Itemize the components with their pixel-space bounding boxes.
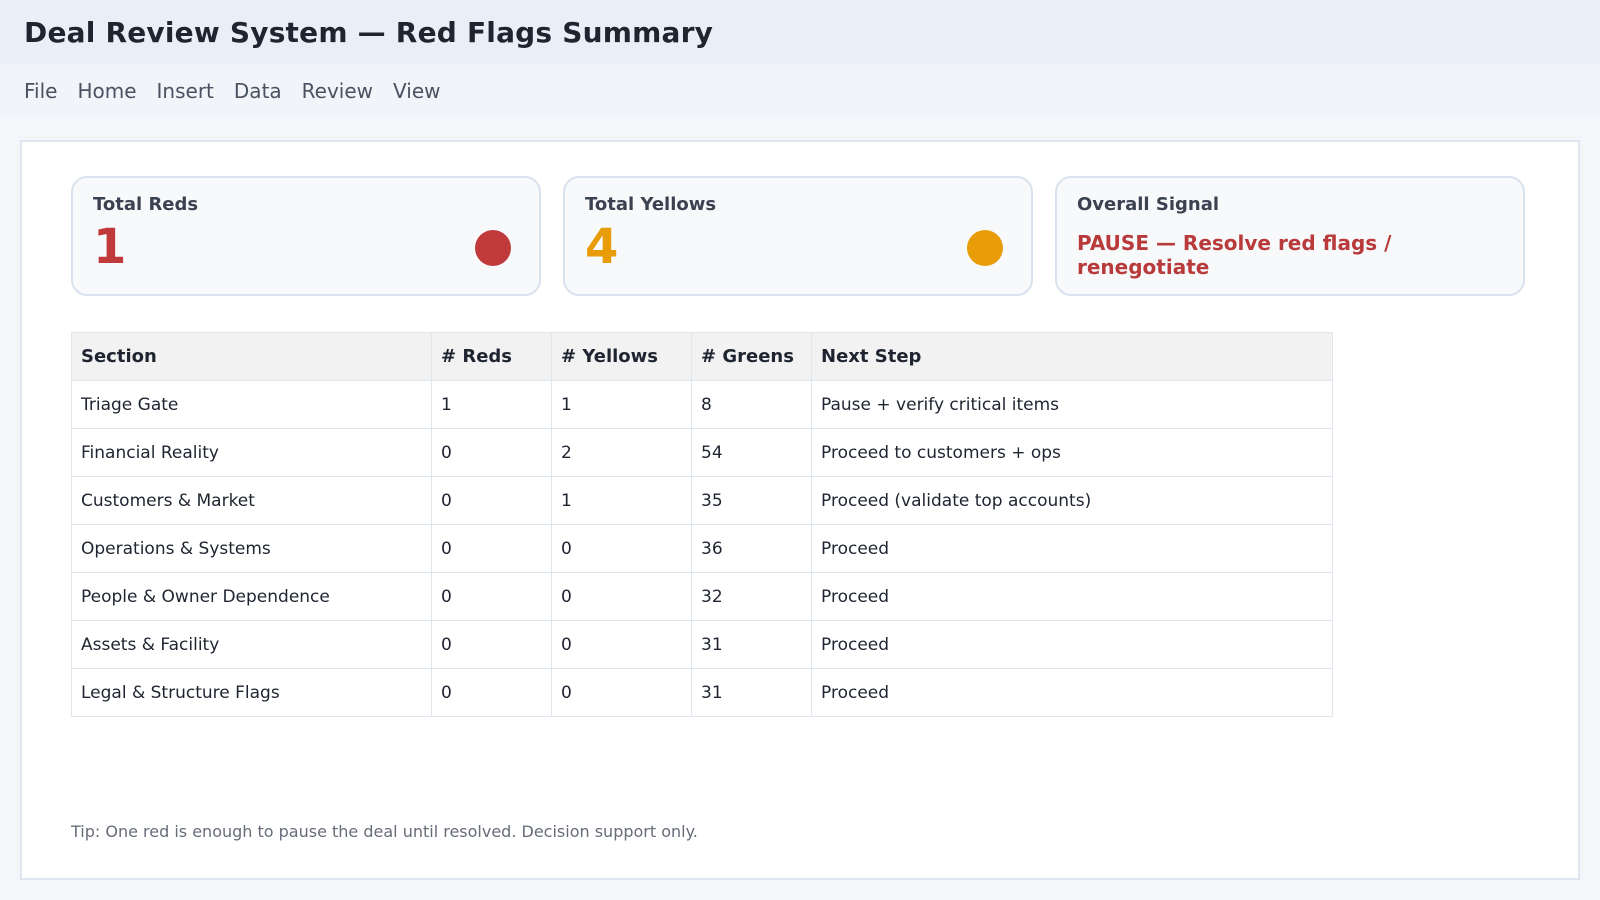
- cell-greens[interactable]: 31: [691, 620, 812, 669]
- cell-reds[interactable]: 1: [431, 380, 552, 429]
- cell-greens[interactable]: 32: [691, 572, 812, 621]
- cell-next-step[interactable]: Proceed: [811, 620, 1333, 669]
- table-header-row: Section # Reds # Yellows # Greens Next S…: [71, 332, 1333, 381]
- cell-yellows[interactable]: 1: [551, 476, 692, 525]
- title-bar: Deal Review System — Red Flags Summary: [0, 0, 1600, 64]
- red-dot-icon: [475, 230, 511, 266]
- cell-next-step[interactable]: Proceed (validate top accounts): [811, 476, 1333, 525]
- table-row: Customers & Market 0 1 35 Proceed (valid…: [71, 476, 1333, 525]
- app-title: Deal Review System — Red Flags Summary: [24, 15, 714, 49]
- header-greens[interactable]: # Greens: [691, 332, 812, 381]
- cell-next-step[interactable]: Proceed: [811, 524, 1333, 573]
- table-row: Financial Reality 0 2 54 Proceed to cust…: [71, 428, 1333, 477]
- cell-next-step[interactable]: Pause + verify critical items: [811, 380, 1333, 429]
- table-row: Operations & Systems 0 0 36 Proceed: [71, 524, 1333, 573]
- overall-signal-card: Overall Signal PAUSE — Resolve red flags…: [1055, 176, 1525, 296]
- cell-section[interactable]: Operations & Systems: [71, 524, 432, 573]
- total-reds-label: Total Reds: [93, 194, 199, 215]
- table-row: Legal & Structure Flags 0 0 31 Proceed: [71, 668, 1333, 717]
- table-row: People & Owner Dependence 0 0 32 Proceed: [71, 572, 1333, 621]
- total-reds-value: 1: [93, 219, 127, 275]
- total-yellows-card: Total Yellows 4: [563, 176, 1033, 296]
- cell-reds[interactable]: 0: [431, 620, 552, 669]
- cell-yellows[interactable]: 0: [551, 620, 692, 669]
- menu-insert[interactable]: Insert: [157, 79, 214, 103]
- menu-review[interactable]: Review: [302, 79, 373, 103]
- cell-section[interactable]: Assets & Facility: [71, 620, 432, 669]
- header-reds[interactable]: # Reds: [431, 332, 552, 381]
- cell-next-step[interactable]: Proceed: [811, 668, 1333, 717]
- cell-yellows[interactable]: 0: [551, 572, 692, 621]
- cell-next-step[interactable]: Proceed to customers + ops: [811, 428, 1333, 477]
- cell-greens[interactable]: 36: [691, 524, 812, 573]
- overall-signal-value: PAUSE — Resolve red flags / renegotiate: [1077, 231, 1392, 279]
- cell-greens[interactable]: 35: [691, 476, 812, 525]
- cell-section[interactable]: Legal & Structure Flags: [71, 668, 432, 717]
- summary-sheet: Total Reds 1 Total Yellows 4 Overall Sig…: [20, 140, 1580, 880]
- tip-text: Tip: One red is enough to pause the deal…: [71, 822, 698, 841]
- header-yellows[interactable]: # Yellows: [551, 332, 692, 381]
- cell-greens[interactable]: 31: [691, 668, 812, 717]
- menu-data[interactable]: Data: [234, 79, 282, 103]
- cell-greens[interactable]: 54: [691, 428, 812, 477]
- cell-reds[interactable]: 0: [431, 524, 552, 573]
- cell-reds[interactable]: 0: [431, 476, 552, 525]
- cell-reds[interactable]: 0: [431, 668, 552, 717]
- table-row: Assets & Facility 0 0 31 Proceed: [71, 620, 1333, 669]
- summary-cards: Total Reds 1 Total Yellows 4 Overall Sig…: [71, 176, 1525, 296]
- cell-reds[interactable]: 0: [431, 428, 552, 477]
- menu-bar: File Home Insert Data Review View: [0, 64, 1600, 118]
- cell-yellows[interactable]: 0: [551, 524, 692, 573]
- total-yellows-label: Total Yellows: [585, 194, 717, 215]
- cell-section[interactable]: Triage Gate: [71, 380, 432, 429]
- cell-section[interactable]: Customers & Market: [71, 476, 432, 525]
- header-section[interactable]: Section: [71, 332, 432, 381]
- menu-view[interactable]: View: [393, 79, 440, 103]
- cell-yellows[interactable]: 0: [551, 668, 692, 717]
- overall-signal-label: Overall Signal: [1077, 194, 1220, 215]
- cell-reds[interactable]: 0: [431, 572, 552, 621]
- total-reds-card: Total Reds 1: [71, 176, 541, 296]
- cell-greens[interactable]: 8: [691, 380, 812, 429]
- header-next-step[interactable]: Next Step: [811, 332, 1333, 381]
- cell-next-step[interactable]: Proceed: [811, 572, 1333, 621]
- menu-home[interactable]: Home: [77, 79, 136, 103]
- cell-yellows[interactable]: 2: [551, 428, 692, 477]
- cell-yellows[interactable]: 1: [551, 380, 692, 429]
- table-row: Triage Gate 1 1 8 Pause + verify critica…: [71, 380, 1333, 429]
- red-flags-table: Section # Reds # Yellows # Greens Next S…: [71, 332, 1333, 717]
- cell-section[interactable]: Financial Reality: [71, 428, 432, 477]
- cell-section[interactable]: People & Owner Dependence: [71, 572, 432, 621]
- total-yellows-value: 4: [585, 219, 619, 275]
- menu-file[interactable]: File: [24, 79, 57, 103]
- yellow-dot-icon: [967, 230, 1003, 266]
